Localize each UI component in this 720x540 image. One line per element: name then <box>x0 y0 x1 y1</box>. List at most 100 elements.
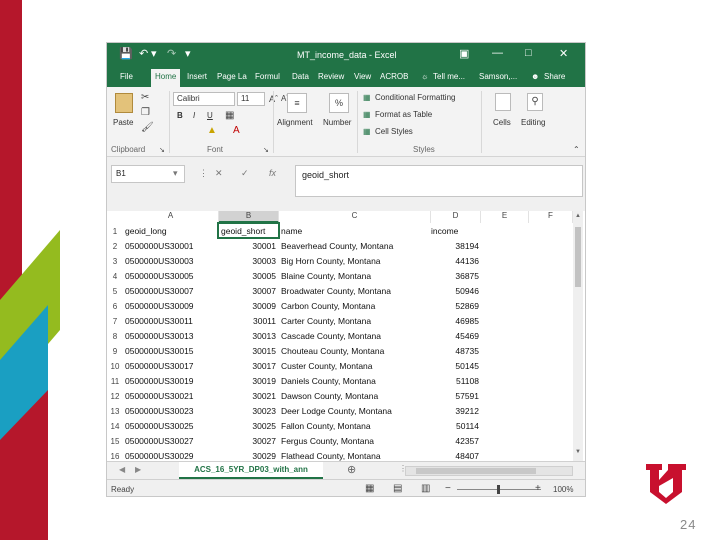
cell-income[interactable]: 38194 <box>431 239 479 254</box>
cell-geoid-short[interactable]: 30005 <box>221 269 276 284</box>
scroll-up-icon[interactable]: ▲ <box>575 213 581 219</box>
format-painter-icon[interactable]: 🖌 <box>141 123 154 133</box>
sheet-tab-active[interactable]: ACS_16_5YR_DP03_with_ann <box>179 462 323 479</box>
format-as-table-button[interactable]: Format as Table <box>375 110 432 119</box>
cell-geoid-short[interactable]: 30025 <box>221 419 276 434</box>
horizontal-scroll-thumb[interactable] <box>416 468 536 474</box>
row-header[interactable]: 7 <box>107 314 123 329</box>
tell-me-search[interactable]: Tell me... <box>433 72 465 81</box>
fill-color-icon[interactable]: ▲ <box>207 126 217 136</box>
ribbon-display-icon[interactable]: ▣ <box>459 47 469 60</box>
tab-insert[interactable]: Insert <box>187 72 207 81</box>
cell-name[interactable]: Fallon County, Montana <box>281 419 431 434</box>
font-size-select[interactable]: 11 <box>237 92 265 106</box>
tab-view[interactable]: View <box>354 72 371 81</box>
number-button[interactable]: Number <box>323 118 351 127</box>
tab-acrobat[interactable]: ACROB <box>380 72 408 81</box>
page-layout-view-icon[interactable]: ▤ <box>393 483 402 494</box>
search-icon[interactable]: ⚲ <box>527 93 543 111</box>
row-header[interactable]: 10 <box>107 359 123 374</box>
cell-income[interactable]: 39212 <box>431 404 479 419</box>
maximize-icon[interactable]: □ <box>525 47 532 59</box>
enter-icon[interactable]: ✓ <box>241 168 249 179</box>
row-header[interactable]: 6 <box>107 299 123 314</box>
conditional-formatting-button[interactable]: Conditional Formatting <box>375 93 455 102</box>
formula-input[interactable]: geoid_short <box>295 165 583 197</box>
scroll-thumb[interactable] <box>575 227 581 287</box>
cell-geoid-long[interactable]: 0500000US30015 <box>125 344 219 359</box>
tab-home[interactable]: Home <box>151 69 181 87</box>
font-name-select[interactable]: Calibri <box>173 92 235 106</box>
row-header[interactable]: 9 <box>107 344 123 359</box>
cell-geoid-long[interactable]: 0500000US30021 <box>125 389 219 404</box>
cut-icon[interactable]: ✂ <box>141 93 149 103</box>
cell-name[interactable]: Big Horn County, Montana <box>281 254 431 269</box>
vertical-scrollbar[interactable]: ▲ ▼ <box>573 211 583 461</box>
column-header-e[interactable]: E <box>481 211 529 223</box>
cell-geoid-short[interactable]: 30013 <box>221 329 276 344</box>
row-header[interactable]: 1 <box>107 224 123 239</box>
font-launcher-icon[interactable]: ↘ <box>263 146 269 156</box>
cell-income[interactable]: 44136 <box>431 254 479 269</box>
cell-geoid-short[interactable]: 30027 <box>221 434 276 449</box>
cell-geoid-long[interactable]: 0500000US30023 <box>125 404 219 419</box>
row-header[interactable]: 12 <box>107 389 123 404</box>
clipboard-launcher-icon[interactable]: ↘ <box>159 146 165 156</box>
cell-geoid-long[interactable]: 0500000US30027 <box>125 434 219 449</box>
cell-income[interactable]: 57591 <box>431 389 479 404</box>
normal-view-icon[interactable]: ▦ <box>365 483 374 494</box>
add-sheet-icon[interactable]: ⊕ <box>347 463 356 476</box>
cell-name[interactable]: Beaverhead County, Montana <box>281 239 431 254</box>
name-box-dropdown-icon[interactable]: ▾ <box>173 168 178 179</box>
tab-file[interactable]: File <box>120 72 133 81</box>
cell-name[interactable]: Dawson County, Montana <box>281 389 431 404</box>
cell-name[interactable]: Custer County, Montana <box>281 359 431 374</box>
scroll-down-icon[interactable]: ▼ <box>575 449 581 455</box>
cell-geoid-short[interactable]: 30001 <box>221 239 276 254</box>
column-header-c[interactable]: C <box>279 211 431 223</box>
cell-geoid-long[interactable]: 0500000US30013 <box>125 329 219 344</box>
cell-income[interactable]: 42357 <box>431 434 479 449</box>
underline-button[interactable]: U <box>207 111 213 120</box>
cell-name[interactable]: Deer Lodge County, Montana <box>281 404 431 419</box>
cells-button[interactable]: Cells <box>493 118 511 127</box>
row-header[interactable]: 15 <box>107 434 123 449</box>
cell-geoid-short[interactable]: 30011 <box>221 314 276 329</box>
cell-income[interactable]: 48735 <box>431 344 479 359</box>
paste-icon[interactable] <box>115 93 133 113</box>
page-break-view-icon[interactable]: ▥ <box>421 483 430 494</box>
undo-dropdown-icon[interactable]: ▾ <box>151 48 157 60</box>
share-button[interactable]: Share <box>544 72 565 81</box>
account-name[interactable]: Samson,... <box>479 72 517 81</box>
cell-income[interactable]: 50946 <box>431 284 479 299</box>
zoom-in-icon[interactable]: + <box>535 483 541 494</box>
cell-income[interactable]: 46985 <box>431 314 479 329</box>
zoom-level[interactable]: 100% <box>553 485 573 494</box>
cell-name[interactable]: Broadwater County, Montana <box>281 284 431 299</box>
cell-styles-button[interactable]: Cell Styles <box>375 127 413 136</box>
customize-toolbar-icon[interactable]: ▾ <box>185 48 191 60</box>
cell-name[interactable]: Blaine County, Montana <box>281 269 431 284</box>
cell-geoid-long[interactable]: 0500000US30007 <box>125 284 219 299</box>
minimize-icon[interactable]: — <box>492 47 503 59</box>
undo-icon[interactable]: ↶ <box>139 48 148 60</box>
cell-geoid-short[interactable]: 30019 <box>221 374 276 389</box>
row-header[interactable]: 8 <box>107 329 123 344</box>
worksheet-grid[interactable]: A B C D E F 1 geoid_long geoid_short name in… <box>107 211 585 461</box>
cancel-icon[interactable]: ✕ <box>215 168 223 179</box>
row-header[interactable]: 11 <box>107 374 123 389</box>
copy-icon[interactable]: ❐ <box>141 108 150 118</box>
tab-data[interactable]: Data <box>292 72 309 81</box>
column-header-f[interactable]: F <box>529 211 573 223</box>
row-header[interactable]: 14 <box>107 419 123 434</box>
cell-geoid-short[interactable]: 30017 <box>221 359 276 374</box>
cell-name[interactable]: Chouteau County, Montana <box>281 344 431 359</box>
collapse-ribbon-icon[interactable]: ⌃ <box>573 145 580 155</box>
italic-button[interactable]: I <box>193 111 195 120</box>
cell-geoid-long[interactable]: 0500000US30019 <box>125 374 219 389</box>
cell-geoid-long[interactable]: geoid_long <box>125 224 219 239</box>
cell-geoid-short[interactable]: 30009 <box>221 299 276 314</box>
paste-label[interactable]: Paste <box>113 118 133 127</box>
alignment-icon[interactable]: ≡ <box>287 93 307 113</box>
cell-geoid-long[interactable]: 0500000US30001 <box>125 239 219 254</box>
